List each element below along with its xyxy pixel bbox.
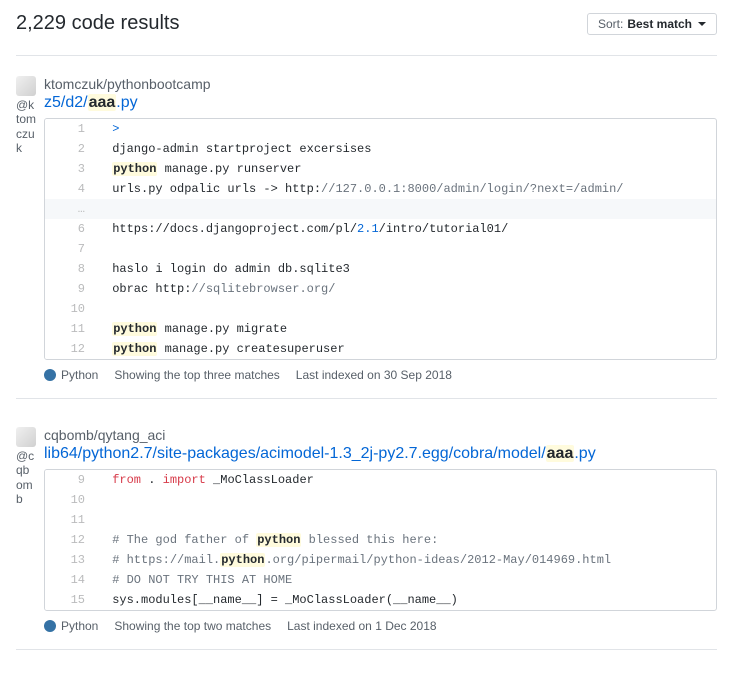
line-number: 1 (45, 119, 95, 139)
line-number: 3 (45, 159, 95, 179)
code-line: 10 (45, 490, 716, 510)
language-dot-icon (44, 620, 56, 632)
code-line: 4 urls.py odpalic urls -> http://127.0.0… (45, 179, 716, 199)
code-line: 12 python manage.py createsuperuser (45, 339, 716, 359)
line-number: 6 (45, 219, 95, 239)
match-count: Showing the top two matches (114, 619, 271, 633)
code-content: python manage.py runserver (95, 159, 716, 179)
code-line: … (45, 199, 716, 219)
line-number: 13 (45, 550, 95, 570)
language-badge: Python (44, 368, 98, 382)
code-line: 15 sys.modules[__name__] = _MoClassLoade… (45, 590, 716, 610)
match-count: Showing the top three matches (114, 368, 279, 382)
result-meta: Python Showing the top three matches Last … (44, 368, 717, 382)
sort-value: Best match (627, 17, 692, 31)
line-number: 12 (45, 530, 95, 550)
repo-link[interactable]: cqbomb/qytang_aci (44, 427, 165, 443)
code-snippet[interactable]: 9 from . import _MoClassLoader101112 # T… (44, 469, 717, 611)
code-content (95, 490, 716, 510)
results-header: 2,229 code results Sort: Best match (16, 12, 717, 56)
code-line: 11 python manage.py migrate (45, 319, 716, 339)
file-path-link[interactable]: z5/d2/aaa.py (44, 94, 138, 111)
code-line: 14 # DO NOT TRY THIS AT HOME (45, 570, 716, 590)
line-number: 9 (45, 279, 95, 299)
file-path-link[interactable]: lib64/python2.7/site-packages/acimodel-1… (44, 445, 596, 462)
code-line: 6 https://docs.djangoproject.com/pl/2.1/… (45, 219, 716, 239)
code-line: 1 > (45, 119, 716, 139)
code-content (95, 239, 716, 259)
code-content: # DO NOT TRY THIS AT HOME (95, 570, 716, 590)
avatar-username: @cqbomb (16, 449, 36, 507)
code-content: urls.py odpalic urls -> http://127.0.0.1… (95, 179, 716, 199)
code-line: 3 python manage.py runserver (45, 159, 716, 179)
search-result: @ktomczuk ktomczuk/pythonbootcamp z5/d2/aa… (16, 76, 717, 399)
result-meta: Python Showing the top two matches Last in… (44, 619, 717, 633)
code-content (95, 299, 716, 319)
code-content: # The god father of python blessed this … (95, 530, 716, 550)
code-content: haslo i login do admin db.sqlite3 (95, 259, 716, 279)
code-line: 12 # The god father of python blessed th… (45, 530, 716, 550)
code-line: 10 (45, 299, 716, 319)
line-number: 4 (45, 179, 95, 199)
code-content: from . import _MoClassLoader (95, 470, 716, 490)
line-number: 8 (45, 259, 95, 279)
code-content (95, 199, 716, 219)
caret-down-icon (698, 22, 706, 26)
code-line: 9 obrac http://sqlitebrowser.org/ (45, 279, 716, 299)
repo-link[interactable]: ktomczuk/pythonbootcamp (44, 76, 211, 92)
code-content (95, 510, 716, 530)
results-count: 2,229 code results (16, 12, 179, 35)
code-content: sys.modules[__name__] = _MoClassLoader(_… (95, 590, 716, 610)
sort-prefix: Sort: (598, 17, 623, 31)
code-content: https://docs.djangoproject.com/pl/2.1/in… (95, 219, 716, 239)
code-line: 2 django-admin startproject excersises (45, 139, 716, 159)
avatar[interactable] (16, 427, 36, 447)
line-number: 9 (45, 470, 95, 490)
code-line: 11 (45, 510, 716, 530)
code-line: 8 haslo i login do admin db.sqlite3 (45, 259, 716, 279)
line-number: 12 (45, 339, 95, 359)
line-number: 11 (45, 319, 95, 339)
code-snippet[interactable]: 1 >2 django-admin startproject excersise… (44, 118, 717, 360)
code-content: python manage.py migrate (95, 319, 716, 339)
avatar[interactable] (16, 76, 36, 96)
code-line: 13 # https://mail.python.org/pipermail/p… (45, 550, 716, 570)
line-number: … (45, 199, 95, 219)
line-number: 7 (45, 239, 95, 259)
line-number: 11 (45, 510, 95, 530)
search-result: @cqbomb cqbomb/qytang_aci lib64/python2.7/… (16, 427, 717, 650)
language-dot-icon (44, 369, 56, 381)
indexed-date: Last indexed on 30 Sep 2018 (296, 368, 452, 382)
sort-button[interactable]: Sort: Best match (587, 13, 717, 35)
line-number: 10 (45, 299, 95, 319)
code-content: python manage.py createsuperuser (95, 339, 716, 359)
line-number: 2 (45, 139, 95, 159)
line-number: 15 (45, 590, 95, 610)
code-line: 9 from . import _MoClassLoader (45, 470, 716, 490)
line-number: 14 (45, 570, 95, 590)
code-line: 7 (45, 239, 716, 259)
code-content: django-admin startproject excersises (95, 139, 716, 159)
code-content: > (95, 119, 716, 139)
avatar-username: @ktomczuk (16, 98, 36, 156)
indexed-date: Last indexed on 1 Dec 2018 (287, 619, 436, 633)
code-content: obrac http://sqlitebrowser.org/ (95, 279, 716, 299)
language-badge: Python (44, 619, 98, 633)
code-content: # https://mail.python.org/pipermail/pyth… (95, 550, 716, 570)
line-number: 10 (45, 490, 95, 510)
